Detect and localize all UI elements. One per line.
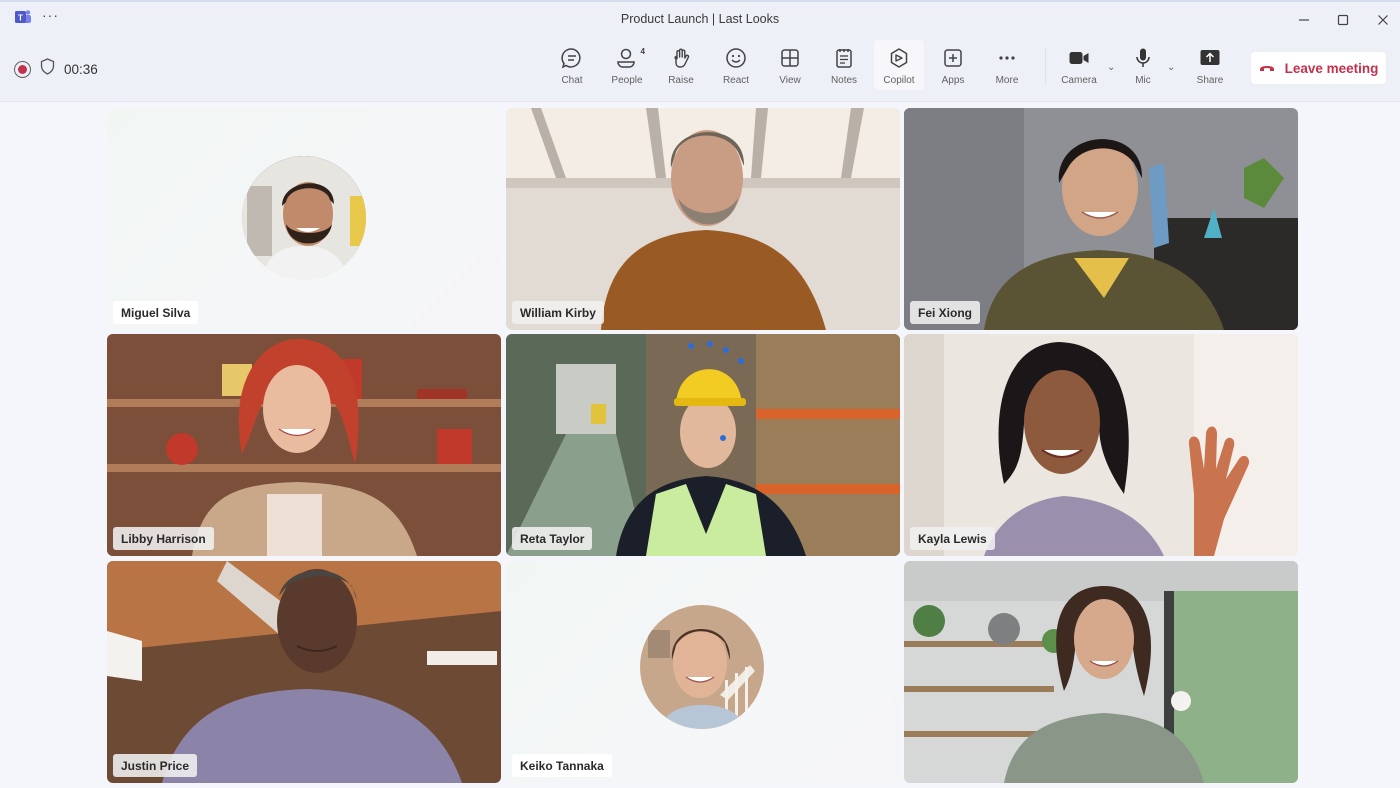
people-count-badge: 4 bbox=[640, 47, 645, 56]
view-button[interactable]: View bbox=[765, 40, 815, 90]
participant-tile-fei-xiong[interactable]: Fei Xiong bbox=[904, 108, 1298, 330]
smiley-icon bbox=[724, 46, 748, 70]
copilot-button[interactable]: Copilot bbox=[874, 40, 924, 90]
participant-tile-justin-price[interactable]: Justin Price bbox=[107, 561, 501, 783]
mic-label: Mic bbox=[1135, 75, 1151, 86]
meeting-status: 00:36 bbox=[14, 58, 98, 80]
participant-name: Justin Price bbox=[113, 754, 198, 777]
grid-icon bbox=[778, 46, 802, 70]
react-label: React bbox=[722, 75, 750, 86]
chat-button[interactable]: Chat bbox=[547, 40, 597, 90]
mic-options-chevron-icon[interactable]: ⌄ bbox=[1167, 62, 1175, 73]
mic-icon bbox=[1131, 46, 1155, 70]
share-label: Share bbox=[1196, 75, 1224, 86]
chat-icon bbox=[560, 46, 584, 70]
chat-label: Chat bbox=[561, 75, 583, 86]
share-button[interactable]: Share bbox=[1185, 40, 1235, 90]
participant-video bbox=[904, 561, 1298, 783]
participant-tile-keiko-tannaka[interactable]: Keiko Tannaka bbox=[506, 561, 900, 783]
leave-meeting-button[interactable]: Leave meeting bbox=[1251, 52, 1386, 84]
raise-hand-button[interactable]: Raise bbox=[656, 40, 706, 90]
people-label: People bbox=[611, 75, 643, 86]
participant-avatar-photo bbox=[242, 156, 366, 280]
camera-options-chevron-icon[interactable]: ⌄ bbox=[1107, 62, 1115, 73]
react-button[interactable]: React bbox=[711, 40, 761, 90]
participant-video bbox=[904, 108, 1298, 330]
meeting-toolbar: 00:36 Chat 4 People Raise React View Not… bbox=[0, 34, 1400, 102]
view-label: View bbox=[779, 75, 801, 86]
raise-label: Raise bbox=[668, 75, 694, 86]
title-bar: T ··· Product Launch | Last Looks bbox=[0, 0, 1400, 34]
hand-icon bbox=[669, 46, 693, 70]
participant-video bbox=[904, 334, 1298, 556]
notes-label: Notes bbox=[830, 75, 858, 86]
participant-tile-unnamed[interactable] bbox=[904, 561, 1298, 783]
window-title: Product Launch | Last Looks bbox=[620, 12, 780, 26]
more-button[interactable]: More bbox=[982, 40, 1032, 90]
people-icon: 4 bbox=[615, 46, 645, 70]
copilot-label: Copilot bbox=[883, 75, 915, 86]
participant-tile-libby-harrison[interactable]: Libby Harrison bbox=[107, 334, 501, 556]
participant-video bbox=[107, 561, 501, 783]
camera-label: Camera bbox=[1061, 75, 1097, 86]
participant-name: Keiko Tannaka bbox=[512, 754, 612, 777]
leave-meeting-label: Leave meeting bbox=[1284, 60, 1379, 76]
apps-label: Apps bbox=[941, 75, 965, 86]
camera-button[interactable]: Camera bbox=[1054, 40, 1104, 90]
minimize-icon[interactable] bbox=[1294, 10, 1314, 30]
participant-name: Fei Xiong bbox=[910, 301, 980, 324]
participant-name: Reta Taylor bbox=[512, 527, 593, 550]
notes-icon bbox=[832, 46, 856, 70]
record-icon bbox=[14, 60, 31, 78]
shield-icon bbox=[40, 58, 55, 80]
more-label: More bbox=[995, 75, 1019, 86]
maximize-icon[interactable] bbox=[1333, 10, 1353, 30]
people-button[interactable]: 4 People bbox=[602, 40, 652, 90]
camera-icon bbox=[1067, 46, 1091, 70]
participant-name: Libby Harrison bbox=[113, 527, 214, 550]
video-gallery: Miguel Silva William Kirby Fei Xiong Lib… bbox=[0, 102, 1400, 788]
participant-name: William Kirby bbox=[512, 301, 604, 324]
notes-button[interactable]: Notes bbox=[819, 40, 869, 90]
elapsed-time: 00:36 bbox=[64, 61, 98, 77]
participant-tile-kayla-lewis[interactable]: Kayla Lewis bbox=[904, 334, 1298, 556]
copilot-icon bbox=[887, 46, 911, 70]
share-icon bbox=[1198, 46, 1222, 70]
participant-name: Kayla Lewis bbox=[910, 527, 995, 550]
participant-avatar-photo bbox=[640, 605, 764, 729]
mic-button[interactable]: Mic bbox=[1118, 40, 1168, 90]
more-icon bbox=[995, 46, 1019, 70]
participant-tile-william-kirby[interactable]: William Kirby bbox=[506, 108, 900, 330]
participant-video bbox=[506, 108, 900, 330]
apps-button[interactable]: Apps bbox=[928, 40, 978, 90]
participant-name: Miguel Silva bbox=[113, 301, 199, 324]
participant-tile-reta-taylor[interactable]: Reta Taylor bbox=[506, 334, 900, 556]
toolbar-divider bbox=[1045, 48, 1046, 86]
participant-video bbox=[506, 334, 900, 556]
participant-tile-miguel-silva[interactable]: Miguel Silva bbox=[107, 108, 501, 330]
participant-video bbox=[107, 334, 501, 556]
close-icon[interactable] bbox=[1373, 10, 1393, 30]
hang-up-icon bbox=[1259, 61, 1275, 76]
add-app-icon bbox=[941, 46, 965, 70]
